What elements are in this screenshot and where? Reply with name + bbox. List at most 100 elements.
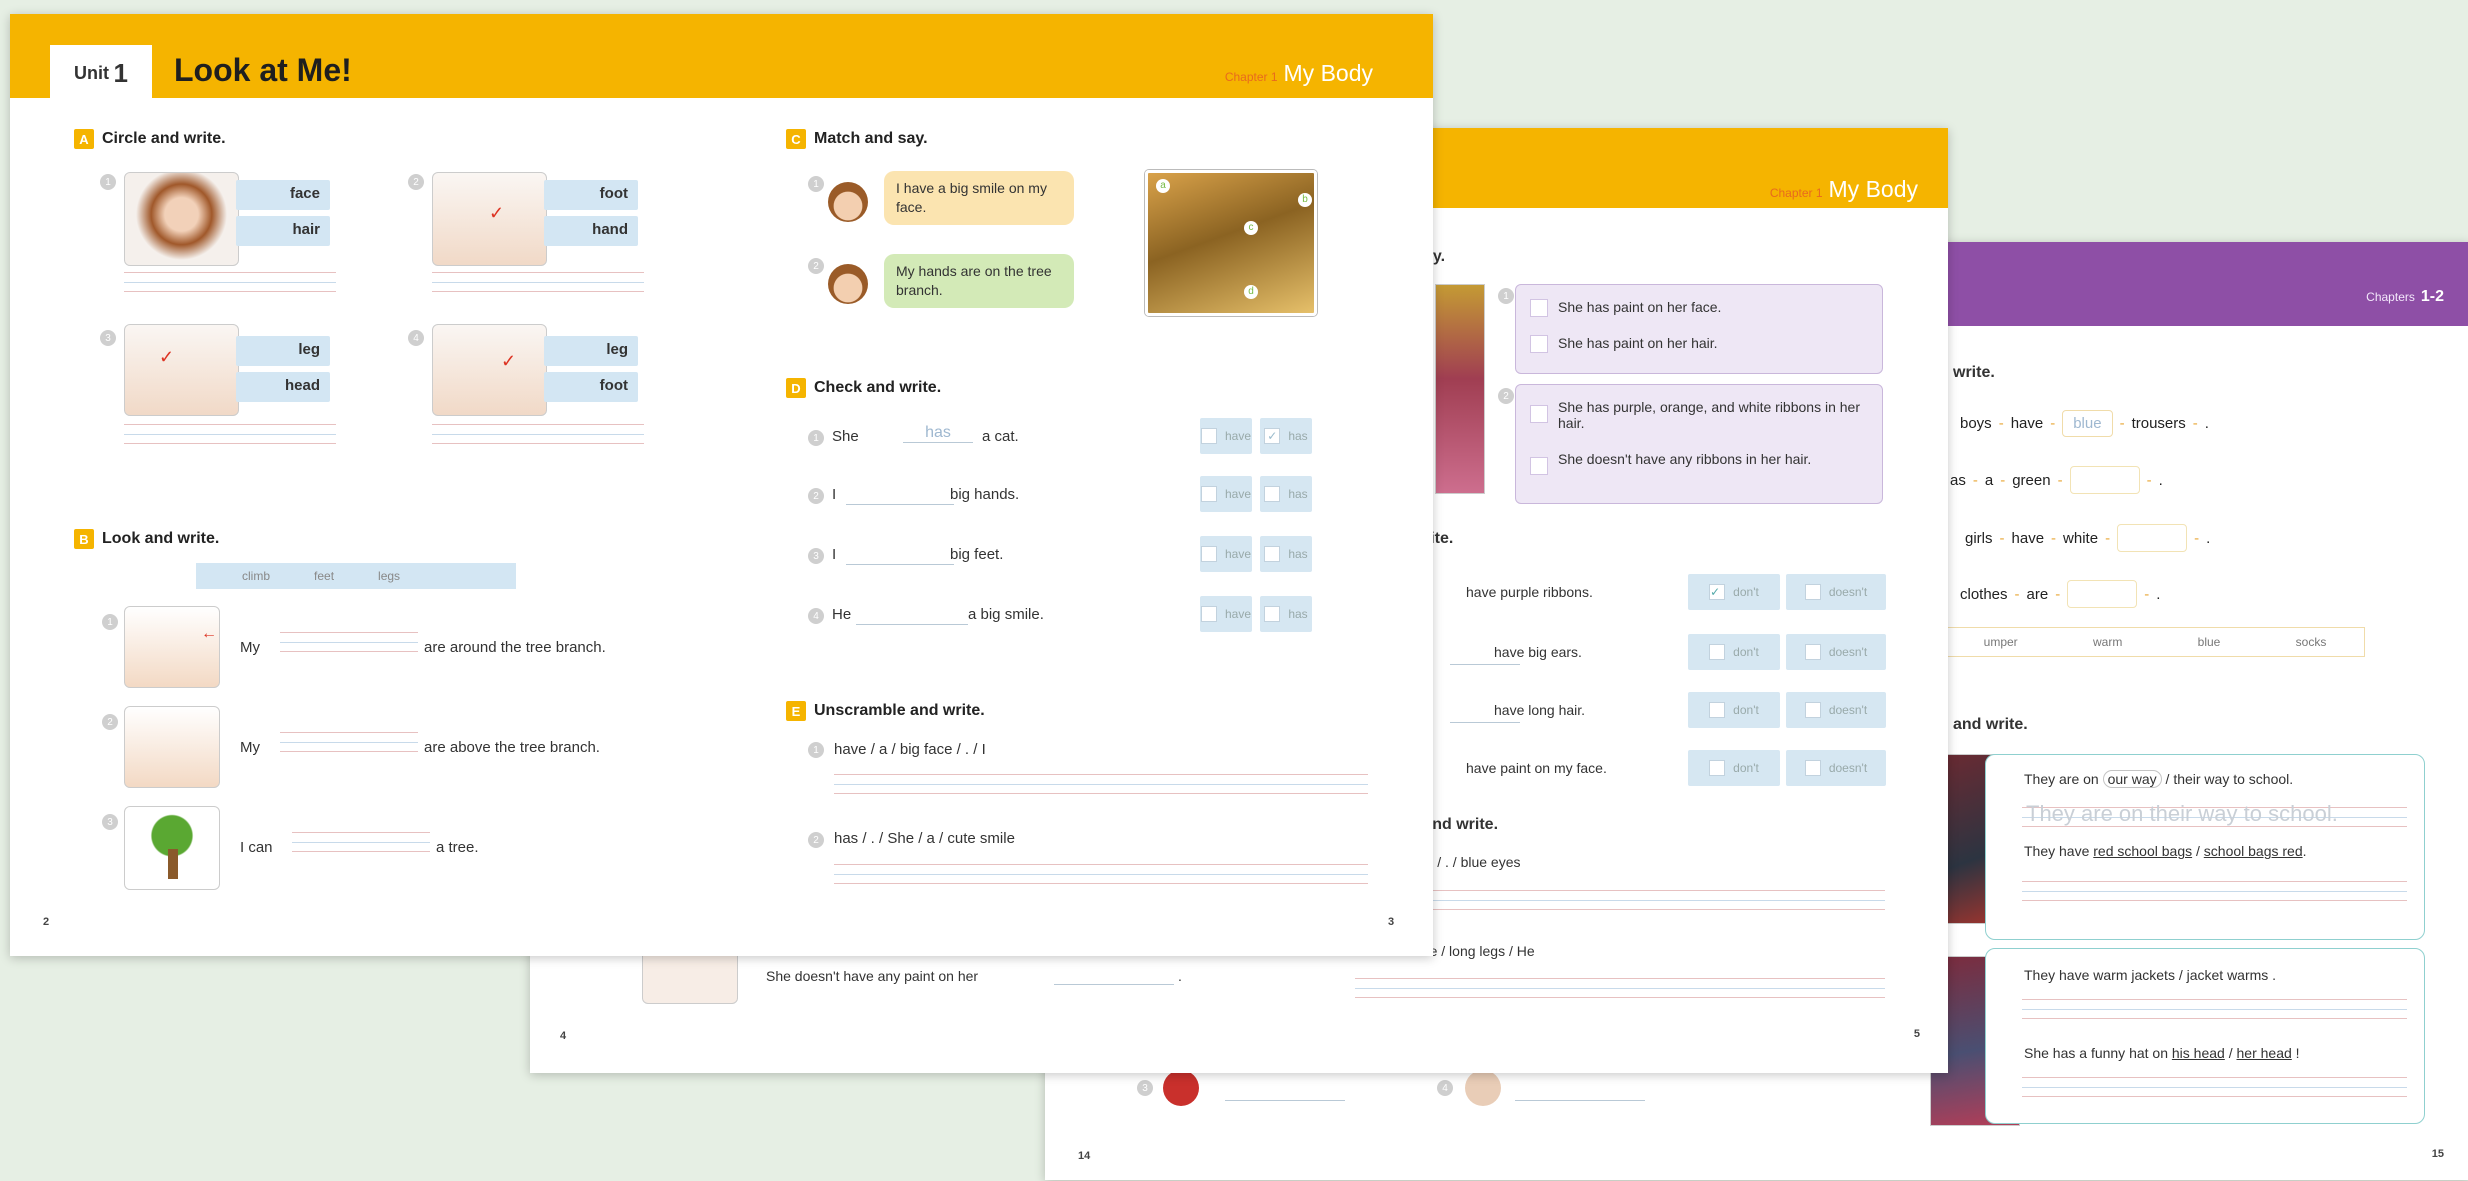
page-number: 2 [43, 916, 50, 928]
photo-girl-paint [1435, 284, 1485, 494]
chapter-label: Chapters 1-2 [2366, 288, 2444, 305]
check-option[interactable]: She doesn't have any ribbons in her hair… [1530, 451, 1860, 475]
tree-icon [124, 806, 220, 890]
option-word[interactable]: leg [236, 336, 330, 366]
writing-lines[interactable] [1355, 890, 1885, 910]
blank-box[interactable] [2117, 524, 2188, 552]
writing-lines[interactable] [2022, 999, 2407, 1019]
answer-line[interactable] [846, 564, 954, 565]
option-word[interactable]: hair [236, 216, 330, 246]
sentence-end: big hands. [950, 486, 1020, 503]
checkbox[interactable] [1530, 299, 1548, 318]
writing-lines[interactable] [1355, 978, 1885, 998]
option-has[interactable]: has [1260, 476, 1312, 512]
answer-field[interactable]: has [903, 424, 973, 443]
option-has[interactable]: has [1260, 536, 1312, 572]
check-option[interactable]: She has purple, orange, and white ribbon… [1530, 399, 1860, 431]
sentence-end: are above the tree branch. [424, 739, 600, 756]
option-have[interactable]: have [1200, 476, 1252, 512]
checkbox[interactable] [1530, 457, 1548, 475]
option-word[interactable]: face [236, 180, 330, 210]
option-dont[interactable]: don't [1688, 750, 1780, 786]
page-number: 14 [1078, 1150, 1091, 1162]
subject: I [832, 486, 837, 503]
option-doesnt[interactable]: doesn't [1786, 692, 1886, 728]
writing-lines[interactable] [280, 732, 418, 752]
item-number: 3 [100, 330, 116, 346]
photo-foot: ✓ [432, 324, 547, 416]
writing-lines[interactable] [292, 832, 430, 852]
item-number: 1 [100, 174, 116, 190]
writing-lines[interactable] [2022, 881, 2407, 901]
arrow-left-icon: ← [201, 625, 217, 642]
writing-lines[interactable] [2022, 1077, 2407, 1097]
option-doesnt[interactable]: doesn't [1786, 634, 1886, 670]
word-row-3: girls - have - white - - . [1965, 524, 2210, 552]
option-word[interactable]: foot [544, 372, 638, 402]
subject: He [832, 606, 852, 623]
unit-title: Look at Me! [174, 52, 352, 88]
scrambled-words: have / a / big face / . / I [834, 741, 986, 758]
item-number: 1 [1498, 288, 1514, 304]
item-number: 1 [808, 430, 824, 446]
option-box-2: She has purple, orange, and white ribbon… [1515, 384, 1883, 504]
section-b-title: B Look and write. [74, 529, 219, 549]
writing-lines[interactable] [280, 632, 418, 652]
check-option[interactable]: She has paint on her face. [1530, 299, 1721, 318]
speech-bubble: I have a big smile on my face. [884, 171, 1074, 225]
answer-line[interactable] [1054, 984, 1174, 985]
answer-line[interactable] [1450, 722, 1520, 723]
option-dont[interactable]: don't [1688, 692, 1780, 728]
sentence: have purple ribbons. [1466, 584, 1593, 600]
option-word[interactable]: head [236, 372, 330, 402]
blank-box[interactable] [2069, 466, 2140, 494]
writing-lines[interactable] [834, 774, 1368, 794]
item-number: 2 [102, 714, 118, 730]
answer-line[interactable] [1515, 1100, 1645, 1101]
trace-text: They are on their way to school. [2026, 801, 2338, 826]
answer-line[interactable] [1225, 1100, 1345, 1101]
sentence: She doesn't have any paint on her [766, 968, 979, 984]
writing-lines[interactable] [432, 424, 644, 444]
blank-box[interactable] [2067, 580, 2138, 608]
answer-line[interactable] [856, 624, 968, 625]
option-have[interactable]: have [1200, 536, 1252, 572]
item-number: 1 [808, 176, 824, 192]
option-word[interactable]: foot [544, 180, 638, 210]
writing-lines[interactable] [834, 864, 1368, 884]
answer-line[interactable] [846, 504, 954, 505]
option-box-1: She has paint on her face. She has paint… [1515, 284, 1883, 374]
exercise-card-2: They have warm jackets / jacket warms . … [1985, 948, 2425, 1124]
writing-lines[interactable] [124, 424, 336, 444]
option-doesnt[interactable]: doesn't [1786, 750, 1886, 786]
item-number: 2 [808, 832, 824, 848]
subject: I [832, 546, 837, 563]
option-dont[interactable]: ✓ don't [1688, 574, 1780, 610]
option-dont[interactable]: don't [1688, 634, 1780, 670]
checkbox[interactable] [1530, 405, 1548, 423]
exercise-card-1: They are on our way / their way to schoo… [1985, 754, 2425, 940]
item-number: 3 [808, 548, 824, 564]
option-doesnt[interactable]: doesn't [1786, 574, 1886, 610]
sentence-end: a tree. [436, 839, 479, 856]
chapter-label: Chapter 1 My Body [1224, 60, 1373, 86]
item-number: 4 [1437, 1080, 1453, 1096]
check-option[interactable]: She has paint on her hair. [1530, 335, 1718, 354]
item-number: 3 [1137, 1080, 1153, 1096]
option-have[interactable]: have [1200, 418, 1252, 454]
unit-badge: Unit 1 [50, 45, 152, 101]
option-have[interactable]: have [1200, 596, 1252, 632]
writing-lines[interactable] [432, 272, 644, 292]
option-word[interactable]: hand [544, 216, 638, 246]
photo-hand: ✓ [432, 172, 547, 266]
option-word[interactable]: leg [544, 336, 638, 366]
photo-leg: ✓ [124, 324, 239, 416]
writing-lines[interactable] [124, 272, 336, 292]
option-has[interactable]: ✓ has [1260, 418, 1312, 454]
checkbox[interactable] [1530, 335, 1548, 354]
item-number: 3 [102, 814, 118, 830]
word-row-4: clothes - are - - . [1960, 580, 2160, 608]
answer-line[interactable] [1450, 664, 1520, 665]
option-has[interactable]: has [1260, 596, 1312, 632]
check-mark-icon: ✓ [489, 203, 505, 223]
